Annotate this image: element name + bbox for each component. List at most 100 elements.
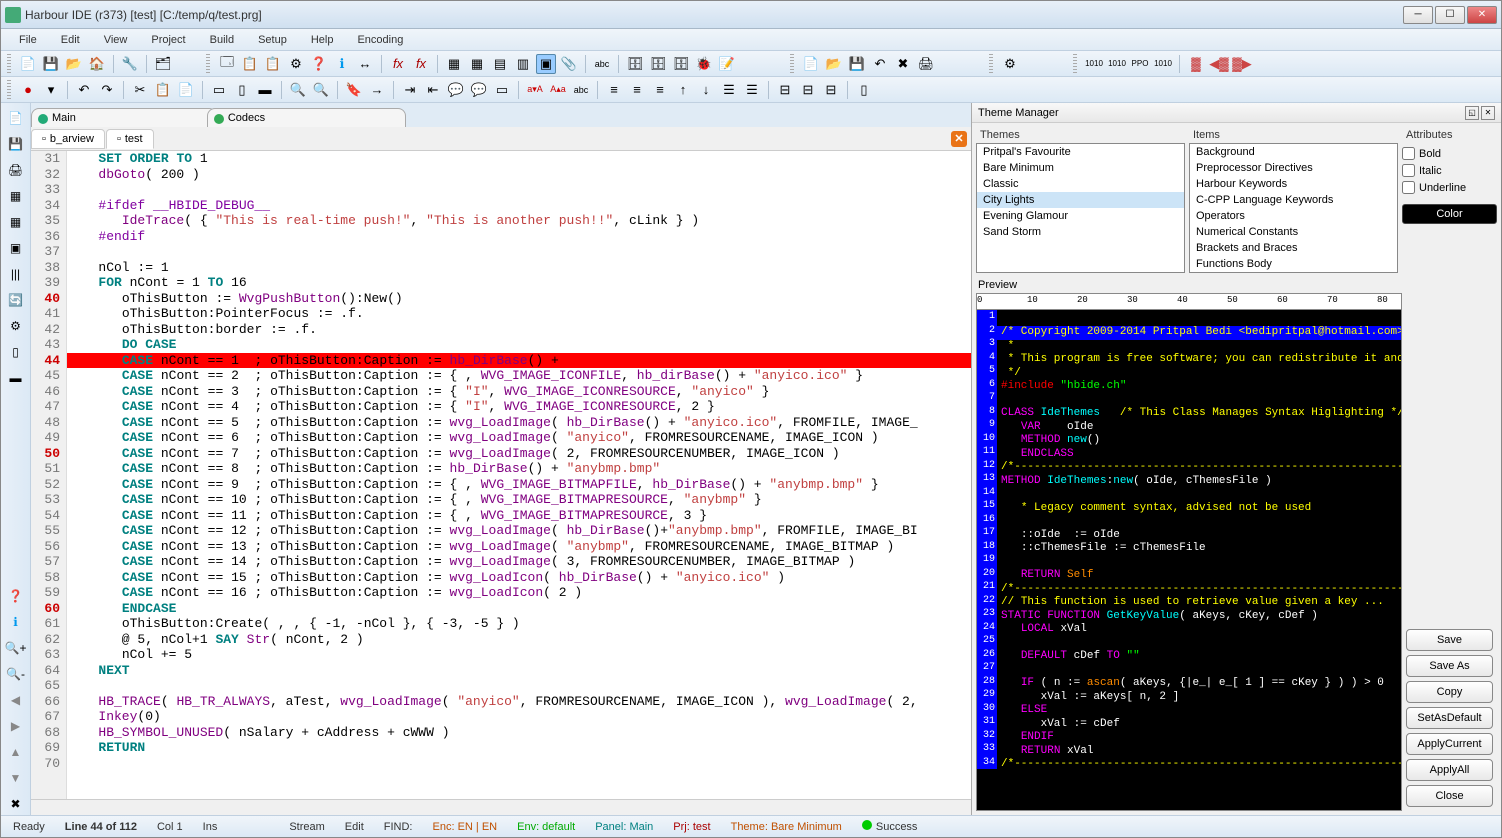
align-left-icon[interactable]: ≡ [604,80,624,100]
flow1-icon[interactable]: ⊟ [775,80,795,100]
side-right-icon[interactable]: ▶ [5,715,27,737]
db2-icon[interactable]: 🗄 [648,54,668,74]
build-icon[interactable]: ⚙ [286,54,306,74]
toolbar-grip[interactable] [206,54,210,74]
side-left-icon[interactable]: ◀ [5,689,27,711]
horizontal-scrollbar[interactable] [31,799,971,815]
wall-left-icon[interactable]: ◀▓ [1209,54,1229,74]
transfer-icon[interactable]: ↔ [355,54,375,74]
copy-icon[interactable]: 📋 [240,54,260,74]
attach-icon[interactable]: 📎 [559,54,579,74]
print-icon[interactable]: 🖨 [916,54,936,74]
theme-item[interactable]: Bare Minimum [977,160,1184,176]
theme-item[interactable]: Classic [977,176,1184,192]
select-all-icon[interactable]: ▭ [209,80,229,100]
side-info-icon[interactable]: ℹ [5,611,27,633]
paste-icon[interactable]: 📋 [263,54,283,74]
item-entry[interactable]: Harbour Keywords [1190,176,1397,192]
window-icon[interactable]: 🗔 [217,54,237,74]
item-entry[interactable]: Functions Body [1190,256,1397,272]
theme-item[interactable]: Pritpal's Favourite [977,144,1184,160]
side-doc-icon[interactable]: 📄 [5,107,27,129]
new-file-icon[interactable]: 📄 [18,54,38,74]
select-stream-icon[interactable]: ▬ [255,80,275,100]
item-entry[interactable]: C-CPP Language Keywords [1190,192,1397,208]
toolbar-grip[interactable] [790,54,794,74]
grid-icon[interactable]: ▤ [490,54,510,74]
dropdown-icon[interactable]: ▾ [41,80,61,100]
copy-button[interactable]: Copy [1406,681,1493,703]
toolbar-grip[interactable] [7,54,11,74]
save-icon[interactable]: 💾 [41,54,61,74]
minimize-button[interactable]: ─ [1403,6,1433,24]
home-icon[interactable]: 🏠 [87,54,107,74]
applycurrent-button[interactable]: ApplyCurrent [1406,733,1493,755]
panel-tab-main[interactable]: Main [31,108,217,127]
goto-icon[interactable]: → [367,80,387,100]
doc-back-icon[interactable]: ↶ [870,54,890,74]
file-tab-test[interactable]: ▫ test [106,129,154,149]
setasdefault-button[interactable]: SetAsDefault [1406,707,1493,729]
cut-icon[interactable]: ✂ [130,80,150,100]
color-button[interactable]: Color [1402,204,1497,224]
underline-checkbox[interactable]: Underline [1402,181,1497,194]
indent-icon[interactable]: ⇥ [400,80,420,100]
table-icon[interactable]: ▦ [444,54,464,74]
side-close-icon[interactable]: ✖ [5,793,27,815]
side-print-icon[interactable]: 🖨 [5,159,27,181]
db3-icon[interactable]: 🗄 [671,54,691,74]
tool-icon[interactable]: 🔧 [120,54,140,74]
info-icon[interactable]: ℹ [332,54,352,74]
ppo-icon[interactable]: PPO [1130,54,1150,74]
form-icon[interactable]: 📝 [717,54,737,74]
doc-save-icon[interactable]: 💾 [847,54,867,74]
theme-item[interactable]: City Lights [977,192,1184,208]
items-list[interactable]: BackgroundPreprocessor DirectivesHarbour… [1189,143,1398,273]
italic-checkbox[interactable]: Italic [1402,164,1497,177]
lines2-icon[interactable]: ☰ [742,80,762,100]
grid2-icon[interactable]: ▥ [513,54,533,74]
maximize-button[interactable]: ☐ [1435,6,1465,24]
bug-icon[interactable]: 🐞 [694,54,714,74]
toolbar-grip[interactable] [7,80,11,100]
toolbar-grip[interactable] [1073,54,1077,74]
uncomment-icon[interactable]: 💬 [469,80,489,100]
menu-file[interactable]: File [9,32,47,48]
1010-icon[interactable]: 1010 [1084,54,1104,74]
bookmark-icon[interactable]: 🔖 [344,80,364,100]
doc-new-icon[interactable]: 📄 [801,54,821,74]
toolbar-grip[interactable] [989,54,993,74]
applyall-button[interactable]: ApplyAll [1406,759,1493,781]
block-icon[interactable]: ▭ [492,80,512,100]
align-center-icon[interactable]: ≡ [627,80,647,100]
wall-icon[interactable]: ▓ [1186,54,1206,74]
side-grid2-icon[interactable]: ▦ [5,211,27,233]
help-icon[interactable]: ❓ [309,54,329,74]
side-block-icon[interactable]: ▬ [5,367,27,389]
doc-open-icon[interactable]: 📂 [824,54,844,74]
doc-close-icon[interactable]: ✖ [893,54,913,74]
redo-icon[interactable]: ↷ [97,80,117,100]
panel-tab-codecs[interactable]: Codecs [207,108,406,127]
menu-build[interactable]: Build [200,32,244,48]
flow3-icon[interactable]: ⊟ [821,80,841,100]
find-icon[interactable]: 🔍 [288,80,308,100]
code-editor[interactable]: 3132333435363738394041424344454647484950… [31,151,971,799]
preview-code[interactable]: 01020304050607080 1234567891011121314151… [976,293,1402,811]
fx2-icon[interactable]: fx [411,54,431,74]
side-col-icon[interactable]: ▯ [5,341,27,363]
find-replace-icon[interactable]: 🔍 [311,80,331,100]
1010-icon[interactable]: 1010 [1153,54,1173,74]
lines-icon[interactable]: ☰ [719,80,739,100]
close-tab-icon[interactable]: ✕ [951,131,967,147]
align-right-icon[interactable]: ≡ [650,80,670,100]
copy-icon[interactable]: 📋 [153,80,173,100]
side-help-icon[interactable]: ❓ [5,585,27,607]
menu-edit[interactable]: Edit [51,32,90,48]
paste-icon[interactable]: 📄 [176,80,196,100]
side-down-icon[interactable]: ▼ [5,767,27,789]
fx-icon[interactable]: fx [388,54,408,74]
case-up-icon[interactable]: A▴a [548,80,568,100]
open-icon[interactable]: 📂 [64,54,84,74]
undo-icon[interactable]: ↶ [74,80,94,100]
